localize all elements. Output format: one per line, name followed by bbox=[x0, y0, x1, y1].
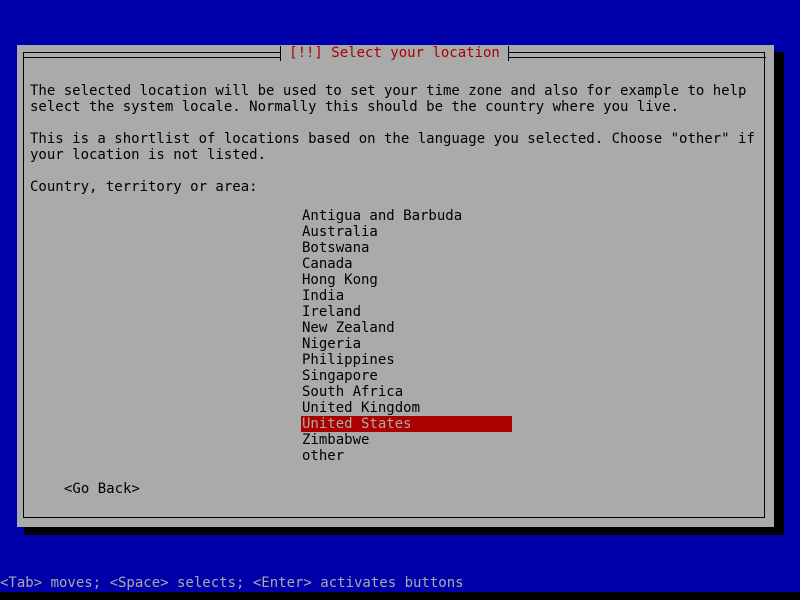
list-item[interactable]: United Kingdom bbox=[301, 400, 601, 416]
list-item[interactable]: India bbox=[301, 288, 601, 304]
intro-paragraph-line-1: The selected location will be used to se… bbox=[30, 83, 747, 99]
country-option[interactable]: Antigua and Barbuda bbox=[301, 208, 463, 224]
shortlist-paragraph-line-1: This is a shortlist of locations based o… bbox=[30, 131, 755, 147]
list-item[interactable]: other bbox=[301, 448, 601, 464]
dialog-body: The selected location will be used to se… bbox=[17, 45, 774, 527]
country-option[interactable]: United Kingdom bbox=[301, 400, 421, 416]
country-option[interactable]: South Africa bbox=[301, 384, 404, 400]
country-option[interactable]: Canada bbox=[301, 256, 354, 272]
list-item[interactable]: Philippines bbox=[301, 352, 601, 368]
country-option[interactable]: Philippines bbox=[301, 352, 396, 368]
country-option[interactable]: Nigeria bbox=[301, 336, 362, 352]
country-option[interactable]: Australia bbox=[301, 224, 379, 240]
list-item[interactable]: Hong Kong bbox=[301, 272, 601, 288]
list-item[interactable]: South Africa bbox=[301, 384, 601, 400]
list-item[interactable]: Canada bbox=[301, 256, 601, 272]
go-back-button[interactable]: <Go Back> bbox=[64, 481, 140, 497]
country-list-label: Country, territory or area: bbox=[30, 179, 258, 195]
list-item[interactable]: United States bbox=[301, 416, 601, 432]
country-option[interactable]: Hong Kong bbox=[301, 272, 379, 288]
list-item[interactable]: New Zealand bbox=[301, 320, 601, 336]
list-item[interactable]: Antigua and Barbuda bbox=[301, 208, 601, 224]
country-option[interactable]: Zimbabwe bbox=[301, 432, 370, 448]
country-option[interactable]: Singapore bbox=[301, 368, 379, 384]
country-option[interactable]: India bbox=[301, 288, 345, 304]
console-bottom-strip bbox=[0, 592, 800, 600]
list-item[interactable]: Zimbabwe bbox=[301, 432, 601, 448]
country-option[interactable]: other bbox=[301, 448, 345, 464]
select-location-dialog: [!!] Select your location The selected l… bbox=[17, 45, 774, 527]
country-option[interactable]: Botswana bbox=[301, 240, 370, 256]
country-option[interactable]: Ireland bbox=[301, 304, 362, 320]
intro-paragraph-line-2: select the system locale. Normally this … bbox=[30, 99, 680, 115]
list-item[interactable]: Ireland bbox=[301, 304, 601, 320]
list-item[interactable]: Botswana bbox=[301, 240, 601, 256]
status-bar-hint: <Tab> moves; <Space> selects; <Enter> ac… bbox=[0, 575, 464, 591]
installer-console-screen: [!!] Select your location The selected l… bbox=[0, 0, 800, 600]
list-item[interactable]: Singapore bbox=[301, 368, 601, 384]
list-item[interactable]: Nigeria bbox=[301, 336, 601, 352]
list-item[interactable]: Australia bbox=[301, 224, 601, 240]
country-option[interactable]: New Zealand bbox=[301, 320, 396, 336]
country-option-selected[interactable]: United States bbox=[301, 416, 512, 432]
country-list[interactable]: Antigua and Barbuda Australia Botswana Cana… bbox=[301, 208, 601, 464]
shortlist-paragraph-line-2: your location is not listed. bbox=[30, 147, 267, 163]
